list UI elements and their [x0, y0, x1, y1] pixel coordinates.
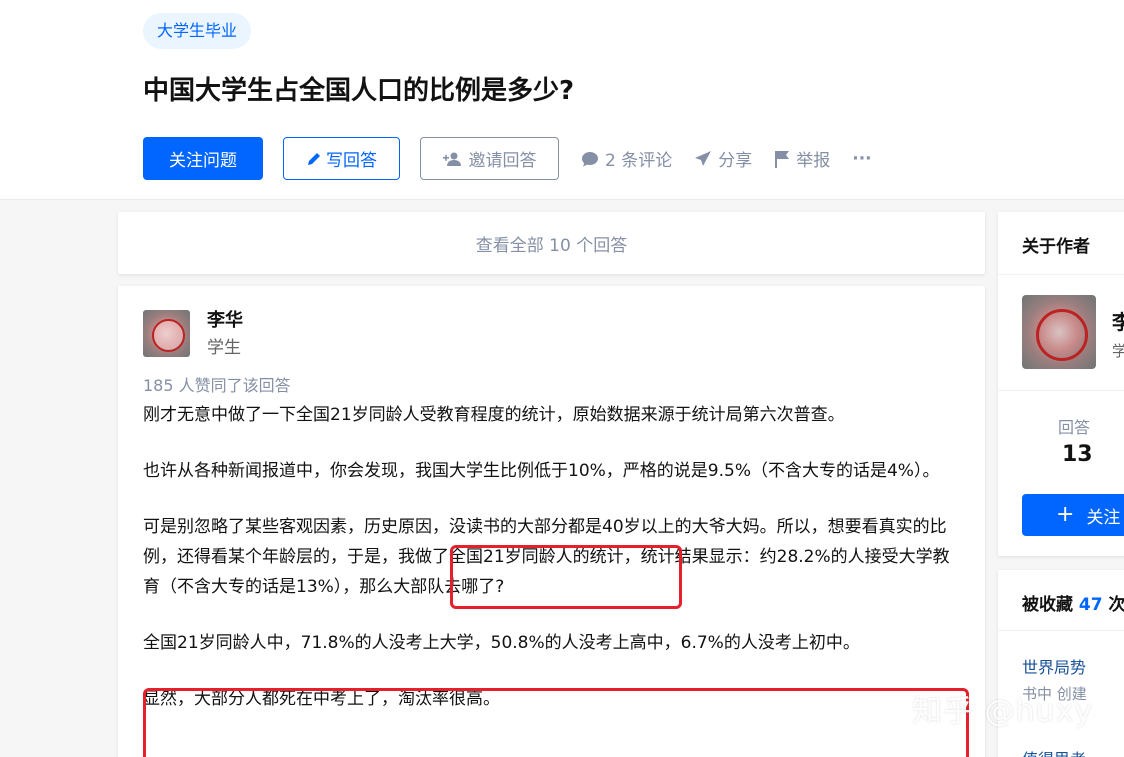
sidebar-author-avatar[interactable] [1022, 295, 1096, 369]
collections-count: 47 [1078, 595, 1103, 615]
watermark: 知乎 @huxy [912, 694, 1094, 729]
collections-suffix: 次 [1108, 595, 1124, 615]
sidebar-author-name[interactable]: 李 [1112, 306, 1124, 335]
comments-label: 2 条评论 [605, 151, 673, 171]
sidebar-author-bio: 学 [1112, 342, 1124, 360]
divider [998, 390, 1124, 391]
more-button[interactable]: ··· [852, 149, 871, 169]
follow-author-label: 关注 [1086, 507, 1121, 528]
answers-label: 回答 [1058, 418, 1091, 437]
topic-tag[interactable]: 大学生毕业 [143, 13, 252, 49]
author-bio: 学生 [207, 338, 241, 358]
collection-link[interactable]: 世界局势 [1022, 654, 1086, 678]
collections-title: 被收藏 47 次 [1022, 590, 1124, 615]
comments-button[interactable]: 2 条评论 [581, 146, 672, 171]
about-author-title: 关于作者 [1022, 237, 1090, 257]
author-name[interactable]: 李华 [207, 306, 243, 332]
answer-card: 李华 学生 185 人赞同了该回答 刚才无意中做了一下全国21岁同龄人受教育程度… [118, 286, 985, 757]
answer-content: 刚才无意中做了一下全国21岁同龄人受教育程度的统计，原始数据来源于统计局第六次普… [143, 400, 969, 757]
answers-count[interactable]: 13 [1062, 442, 1093, 467]
report-label: 举报 [796, 151, 831, 171]
question-header: 大学生毕业 中国大学生占全国人口的比例是多少? 关注问题 写回答 邀请回答 2 … [0, 0, 1124, 200]
share-icon [695, 150, 712, 166]
write-answer-button[interactable]: 写回答 [283, 137, 400, 180]
question-title: 中国大学生占全国人口的比例是多少? [143, 76, 575, 106]
divider [998, 630, 1124, 631]
share-button[interactable]: 分享 [694, 146, 752, 171]
plus-icon: + [1056, 502, 1075, 527]
invite-answer-label: 邀请回答 [468, 151, 537, 171]
collection-link[interactable]: 值得思考 [1022, 746, 1086, 757]
view-all-answers-link[interactable]: 查看全部 10 个回答 [118, 212, 985, 274]
flag-icon [775, 150, 790, 168]
collections-title-label: 被收藏 [1022, 595, 1073, 615]
write-answer-label: 写回答 [326, 151, 377, 171]
comment-icon [582, 151, 598, 166]
question-actions: 关注问题 写回答 邀请回答 2 条评论 分享 举报 ··· [143, 137, 872, 180]
answer-paragraph: 也许从各种新闻报道中，你会发现，我国大学生比例低于10%，严格的说是9.5%（不… [143, 461, 940, 481]
divider [998, 274, 1124, 275]
highlight-box [450, 545, 682, 609]
highlight-box [143, 688, 969, 757]
answer-paragraph: 全国21岁同龄人中，71.8%的人没考上大学，50.8%的人没考上高中，6.7%… [143, 633, 860, 653]
author-avatar[interactable] [143, 310, 190, 357]
pencil-icon [308, 152, 320, 165]
answer-paragraph: 刚才无意中做了一下全国21岁同龄人受教育程度的统计，原始数据来源于统计局第六次普… [143, 405, 845, 425]
about-author-card: 关于作者 李 学 回答 13 + 关注 [998, 212, 1124, 556]
report-button[interactable]: 举报 [774, 146, 830, 171]
add-user-icon [442, 152, 461, 166]
share-label: 分享 [718, 151, 753, 171]
follow-question-button[interactable]: 关注问题 [143, 137, 263, 180]
follow-author-button[interactable]: + 关注 [1022, 494, 1124, 536]
vote-count: 185 人赞同了该回答 [143, 376, 291, 395]
invite-answer-button[interactable]: 邀请回答 [420, 137, 559, 180]
